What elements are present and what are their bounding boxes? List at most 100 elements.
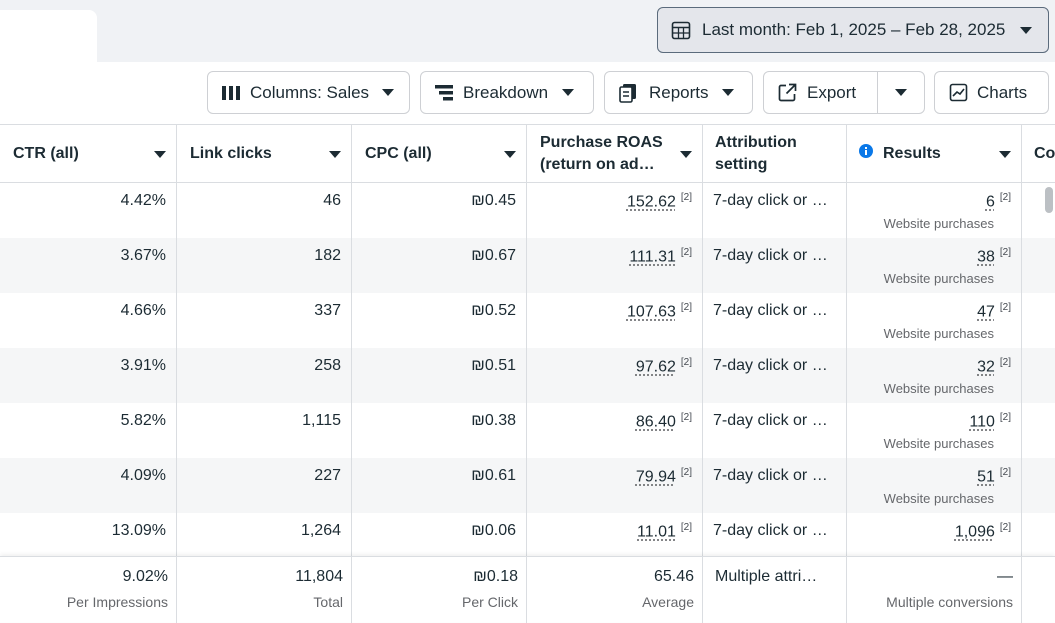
cell-value: 13.09%: [111, 522, 166, 539]
cell-result: 47 [2] Website purchases: [847, 293, 1022, 348]
cell-value[interactable]: 86.40 [2]: [636, 412, 692, 431]
active-tab[interactable]: [0, 10, 97, 62]
total-label: Average: [642, 594, 694, 610]
cell-value: 5.82%: [120, 412, 166, 429]
export-button[interactable]: Export: [764, 72, 878, 113]
header-label: Co: [1034, 144, 1055, 162]
cell-ctr: 4.42%: [0, 183, 177, 238]
header-ctr[interactable]: CTR (all): [0, 125, 177, 183]
total-link-clicks: 11,804 Total: [177, 557, 352, 623]
total-label: Per Click: [461, 594, 518, 610]
cell-ctr: 5.82%: [0, 403, 177, 458]
cell-roas: 152.62 [2]: [527, 183, 703, 238]
cell-cpc: ₪0.51: [352, 348, 527, 403]
cell-value: 4.09%: [120, 467, 166, 484]
cell-next: [1022, 348, 1055, 403]
cell-value: 258: [314, 357, 341, 374]
total-next-column: [1022, 557, 1055, 623]
header-attribution-setting[interactable]: Attribution setting: [703, 125, 847, 183]
cell-clicks: 182: [177, 238, 352, 293]
header-link-clicks[interactable]: Link clicks: [177, 125, 352, 183]
total-cpc: ₪0.18 Per Click: [352, 557, 527, 623]
header-cpc[interactable]: CPC (all): [352, 125, 527, 183]
header-next-column[interactable]: Co: [1022, 125, 1055, 183]
cell-value[interactable]: 110 [2]: [969, 412, 1011, 431]
cell-ctr: 4.09%: [0, 458, 177, 513]
chevron-down-icon[interactable]: [680, 151, 692, 158]
breakdown-button[interactable]: Breakdown: [420, 71, 594, 114]
table-row[interactable]: 4.42% 46 ₪0.45 152.62 [2] 7-day click or … 6 [2…: [0, 183, 1055, 238]
cell-value[interactable]: 6 [2]: [986, 192, 1011, 211]
columns-button[interactable]: Columns: Sales: [207, 71, 410, 114]
breakdown-icon: [435, 84, 453, 100]
header-label: CPC (all): [365, 144, 432, 162]
chevron-down-icon[interactable]: [154, 151, 166, 158]
cell-value: 7-day click or …: [713, 302, 828, 319]
export-dropdown-button[interactable]: [878, 72, 924, 113]
total-label: Multiple conversions: [886, 594, 1013, 610]
cell-value[interactable]: 11.01 [2]: [637, 522, 692, 541]
cell-cpc: ₪0.52: [352, 293, 527, 348]
cell-value: 7-day click or …: [713, 467, 828, 484]
cell-value[interactable]: 51 [2]: [977, 467, 1011, 486]
cell-value: 337: [314, 302, 341, 319]
reports-icon: [619, 83, 636, 103]
chart-icon: [949, 83, 968, 102]
cell-value[interactable]: 152.62 [2]: [627, 192, 692, 211]
cell-value[interactable]: 32 [2]: [977, 357, 1011, 376]
cell-value[interactable]: 47 [2]: [977, 302, 1011, 321]
header-label: Results: [883, 144, 941, 162]
charts-button[interactable]: Charts: [934, 71, 1049, 114]
cell-value[interactable]: 107.63 [2]: [627, 302, 692, 321]
cell-attr: 7-day click or …: [703, 238, 847, 293]
cell-next: [1022, 238, 1055, 293]
cell-attr: 7-day click or …: [703, 183, 847, 238]
cell-value: ₪0.51: [471, 357, 516, 374]
top-bar: Last month: Feb 1, 2025 – Feb 28, 2025: [0, 0, 1055, 62]
cell-value: 3.67%: [120, 247, 166, 264]
cell-value: 46: [323, 192, 341, 209]
result-type-label: Website purchases: [883, 381, 994, 396]
info-icon[interactable]: [859, 144, 873, 158]
total-value: 65.46: [653, 568, 694, 585]
reports-button[interactable]: Reports: [604, 71, 753, 114]
table-row[interactable]: 3.67% 182 ₪0.67 111.31 [2] 7-day click or … 38…: [0, 238, 1055, 293]
total-value: Multiple attri…: [715, 568, 818, 585]
total-attribution: Multiple attri…: [703, 557, 847, 623]
chevron-down-icon[interactable]: [504, 151, 516, 158]
chevron-down-icon[interactable]: [329, 151, 341, 158]
cell-value: 4.66%: [120, 302, 166, 319]
cell-value: 227: [314, 467, 341, 484]
cell-value[interactable]: 111.31 [2]: [629, 247, 692, 266]
chevron-down-icon[interactable]: [999, 151, 1011, 158]
cell-value[interactable]: 97.62 [2]: [636, 357, 692, 376]
export-icon: [778, 83, 797, 102]
total-value: ₪0.18: [473, 568, 518, 585]
cell-value: ₪0.67: [471, 247, 516, 264]
cell-value: 7-day click or …: [713, 247, 828, 264]
header-purchase-roas[interactable]: Purchase ROAS (return on ad…: [527, 125, 703, 183]
cell-value[interactable]: 1,096 [2]: [955, 522, 1011, 541]
header-results[interactable]: Results: [847, 125, 1022, 183]
total-value: 9.02%: [122, 568, 168, 585]
export-label: Export: [807, 82, 857, 102]
table-row[interactable]: 3.91% 258 ₪0.51 97.62 [2] 7-day click or … 32[…: [0, 348, 1055, 403]
cell-result: 38 [2] Website purchases: [847, 238, 1022, 293]
cell-roas: 79.94 [2]: [527, 458, 703, 513]
table-row[interactable]: 5.82% 1,115 ₪0.38 86.40 [2] 7-day click or … 1…: [0, 403, 1055, 458]
cell-next: [1022, 458, 1055, 513]
cell-attr: 7-day click or …: [703, 293, 847, 348]
vertical-scrollbar[interactable]: [1045, 187, 1053, 213]
cell-value[interactable]: 38 [2]: [977, 247, 1011, 266]
cell-value: ₪0.45: [471, 192, 516, 209]
cell-value: 7-day click or …: [713, 412, 828, 429]
cell-value[interactable]: 79.94 [2]: [636, 467, 692, 486]
chevron-down-icon: [721, 89, 734, 96]
chevron-down-icon: [895, 89, 907, 96]
date-range-picker[interactable]: Last month: Feb 1, 2025 – Feb 28, 2025: [657, 7, 1049, 53]
table-row[interactable]: 4.09% 227 ₪0.61 79.94 [2] 7-day click or … 51[…: [0, 458, 1055, 513]
cell-ctr: 3.91%: [0, 348, 177, 403]
table-row[interactable]: 4.66% 337 ₪0.52 107.63 [2] 7-day click or … 47…: [0, 293, 1055, 348]
cell-clicks: 258: [177, 348, 352, 403]
calendar-icon: [671, 21, 691, 40]
